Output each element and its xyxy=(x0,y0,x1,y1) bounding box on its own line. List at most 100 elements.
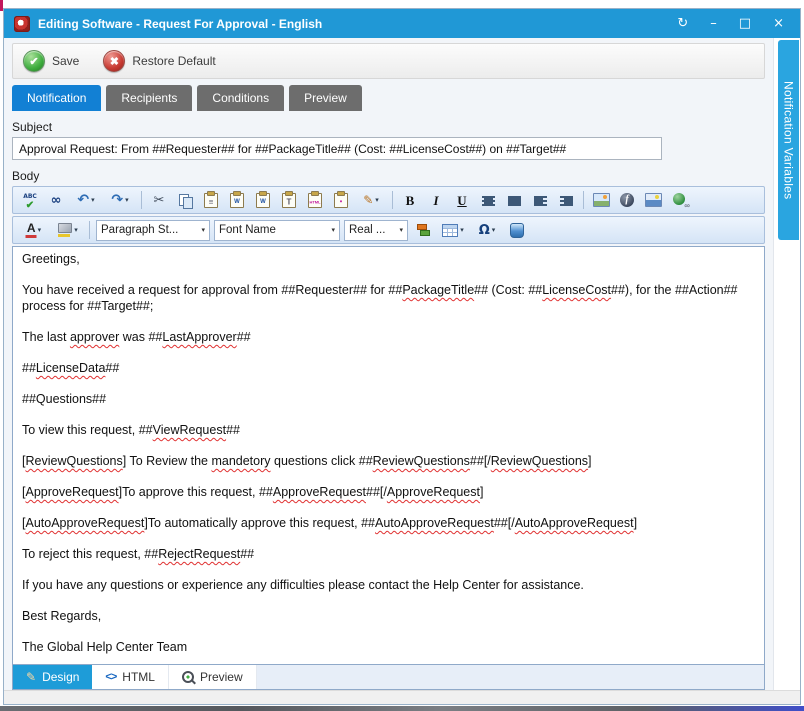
mode-tab-design[interactable]: ✎Design xyxy=(13,665,92,689)
font-size-select[interactable]: Real ...▾ xyxy=(344,220,408,241)
paste-from-word-icon-detail: W xyxy=(234,199,240,205)
misspelled-word: ApproveRequest xyxy=(25,485,118,499)
align-center-icon xyxy=(482,195,495,206)
paste-button[interactable]: ≡ xyxy=(199,189,223,211)
body-paragraph: The last approver was ##LastApprover## xyxy=(22,329,755,345)
save-button[interactable]: ✔ Save xyxy=(23,50,79,72)
paste-plain-text-button[interactable]: T xyxy=(277,189,301,211)
insert-table-icon xyxy=(442,224,458,237)
tab-label: Conditions xyxy=(212,91,269,105)
paste-as-html-button[interactable]: HTML xyxy=(303,189,327,211)
tab-label: Recipients xyxy=(121,91,177,105)
refresh-button[interactable]: ↻ xyxy=(677,17,688,30)
body-paragraph: ##Questions## xyxy=(22,391,755,407)
tab-label: Preview xyxy=(304,91,347,105)
paste-html-button[interactable]: ▪ xyxy=(329,189,353,211)
redo-button[interactable]: ↷▾ xyxy=(104,189,136,211)
tab-recipients[interactable]: Recipients xyxy=(106,85,192,111)
format-stripper-button[interactable]: ✎▾ xyxy=(355,189,387,211)
flash-manager-button[interactable]: f xyxy=(615,189,639,211)
align-left-icon xyxy=(534,195,547,206)
chevron-down-icon: ▾ xyxy=(460,226,464,234)
bold-button[interactable]: B xyxy=(398,189,422,211)
content-area: ✔ Save ✖ Restore Default Notification Rec… xyxy=(4,38,773,690)
underline-button[interactable]: U xyxy=(450,189,474,211)
tab-notification[interactable]: Notification xyxy=(12,85,101,111)
font-color-button[interactable]: A▾ xyxy=(18,219,50,241)
tab-preview[interactable]: Preview xyxy=(289,85,362,111)
main-tab-strip: Notification Recipients Conditions Preview xyxy=(12,85,765,111)
justify-button[interactable] xyxy=(502,189,526,211)
insert-table-button[interactable]: ▾ xyxy=(437,219,469,241)
mode-strip-filler xyxy=(257,665,764,689)
close-icon: × xyxy=(773,16,784,31)
notification-variables-label: Notification Variables xyxy=(782,81,796,199)
misspelled-word: AutoApproveRequest xyxy=(375,516,494,530)
chevron-down-icon: ▾ xyxy=(331,226,335,234)
align-right-icon xyxy=(560,195,573,206)
paragraph-style-select[interactable]: Paragraph St...▾ xyxy=(96,220,210,241)
align-center-button[interactable] xyxy=(476,189,500,211)
image-manager-icon xyxy=(593,193,610,207)
hyperlink-manager-button[interactable]: ∞ xyxy=(667,189,691,211)
font-name-select[interactable]: Font Name ▾ xyxy=(214,220,340,241)
editor-toolbar-row-1: ABC✔∞↶▾↷▾✂≡WWTHTML▪✎▾BIUf∞ xyxy=(12,186,765,214)
body-paragraph: [ReviewQuestions] To Review the mandetor… xyxy=(22,453,755,469)
editor-body[interactable]: Greetings,You have received a request fo… xyxy=(12,246,765,665)
restore-default-button[interactable]: ✖ Restore Default xyxy=(103,50,215,72)
find-button[interactable]: ∞ xyxy=(44,189,68,211)
minimize-button[interactable]: – xyxy=(710,17,717,30)
insert-snippet-button[interactable] xyxy=(411,219,435,241)
paragraph-style-select-value: Paragraph St... xyxy=(101,224,178,236)
notification-variables-tab[interactable]: Notification Variables xyxy=(778,40,799,240)
hyperlink-manager-icon-detail: ∞ xyxy=(684,201,690,210)
justify-icon xyxy=(508,195,521,206)
image-manager-button[interactable] xyxy=(589,189,613,211)
insert-symbol-button[interactable]: Ω▾ xyxy=(471,219,503,241)
paste-from-word-button[interactable]: W xyxy=(225,189,249,211)
flash-manager-icon: f xyxy=(620,193,634,207)
window-footer xyxy=(4,690,800,704)
maximize-icon: □ xyxy=(739,16,751,31)
italic-button[interactable]: I xyxy=(424,189,448,211)
body-paragraph: To view this request, ##ViewRequest## xyxy=(22,422,755,438)
pencil-icon: ✎ xyxy=(26,671,36,683)
window-title: Editing Software - Request For Approval … xyxy=(38,17,669,31)
spellcheck-button[interactable]: ABC✔ xyxy=(18,189,42,211)
insert-symbol-icon: Ω xyxy=(479,224,490,237)
chevron-down-icon: ▾ xyxy=(399,226,403,234)
font-name-select-value: Font Name xyxy=(219,224,276,236)
close-button[interactable]: × xyxy=(773,17,784,30)
tab-conditions[interactable]: Conditions xyxy=(197,85,284,111)
subject-input[interactable] xyxy=(12,137,662,160)
editing-software-window: Editing Software - Request For Approval … xyxy=(3,8,801,705)
spellcheck-icon-detail: ✔ xyxy=(26,200,34,211)
maximize-button[interactable]: □ xyxy=(739,17,751,30)
app-icon xyxy=(14,16,30,32)
body-paragraph: If you have any questions or experience … xyxy=(22,577,755,593)
image-editor-icon xyxy=(645,193,662,207)
align-right-button[interactable] xyxy=(554,189,578,211)
highlight-color-button[interactable]: ▾ xyxy=(52,219,84,241)
paste-from-word-clean-icon-detail: W xyxy=(260,199,266,205)
undo-button[interactable]: ↶▾ xyxy=(70,189,102,211)
right-rail: Notification Variables xyxy=(773,38,800,690)
copy-button[interactable] xyxy=(173,189,197,211)
toolbar-separator xyxy=(89,221,90,239)
mode-tab-preview[interactable]: Preview xyxy=(169,665,257,689)
restore-x-icon: ✖ xyxy=(103,50,125,72)
mode-tab-html[interactable]: <>HTML xyxy=(92,665,169,689)
cut-button[interactable]: ✂ xyxy=(147,189,171,211)
paste-from-word-clean-button[interactable]: W xyxy=(251,189,275,211)
image-editor-button[interactable] xyxy=(641,189,665,211)
insert-snippet-icon xyxy=(416,224,430,236)
misspelled-word: approver xyxy=(70,330,119,344)
chevron-down-icon: ▾ xyxy=(375,196,379,204)
paste-html-icon-detail: ▪ xyxy=(340,198,342,205)
bold-icon: B xyxy=(406,194,415,207)
align-left-button[interactable] xyxy=(528,189,552,211)
insert-module-button[interactable] xyxy=(505,219,529,241)
misspelled-word: mandetory xyxy=(211,454,270,468)
misspelled-word: AutoApproveRequest xyxy=(515,516,634,530)
editor-mode-strip: ✎Design<>HTMLPreview xyxy=(12,665,765,690)
